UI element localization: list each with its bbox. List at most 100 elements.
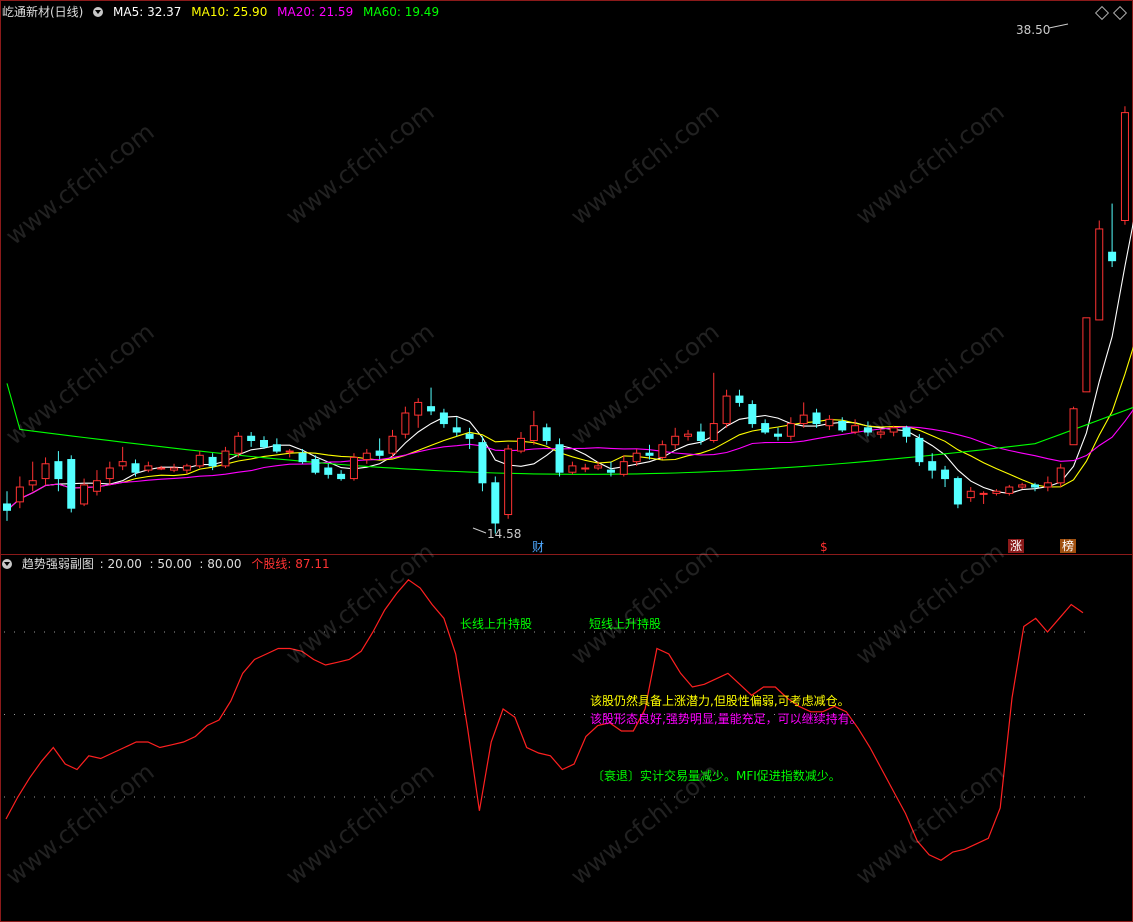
candle-body	[311, 459, 320, 473]
candle-body	[915, 437, 924, 463]
candle-body	[67, 459, 76, 509]
sub-levels: : 20.00 : 50.00 : 80.00	[99, 557, 242, 571]
candle-body	[1056, 467, 1065, 484]
candle-body	[684, 433, 693, 437]
candle-body	[491, 482, 500, 524]
candle-body	[1018, 484, 1027, 488]
candle-body	[3, 503, 11, 511]
candle-body	[966, 490, 975, 499]
candle-body	[478, 442, 487, 484]
candle-body	[825, 418, 834, 427]
candle-body	[568, 465, 577, 473]
candle-body	[41, 463, 50, 480]
candle-body	[439, 412, 448, 425]
candle-body	[414, 401, 423, 416]
candle-body	[632, 452, 641, 463]
candle-body	[645, 452, 654, 456]
candle-body	[92, 480, 101, 492]
high-pointer	[1048, 23, 1069, 29]
candle-body	[105, 467, 114, 480]
candle-body	[54, 461, 63, 480]
candle-body	[337, 473, 346, 480]
candle-body	[774, 433, 782, 437]
candle-body	[517, 437, 525, 452]
candle-body	[1095, 228, 1104, 321]
candle-body	[709, 423, 718, 442]
candle-body	[555, 444, 564, 473]
candle-body	[658, 444, 667, 458]
ma20-line	[6, 409, 1133, 511]
candle-body	[529, 425, 538, 442]
candle-body	[272, 444, 281, 452]
candle-body	[671, 435, 680, 446]
dollar-marker[interactable]: $	[818, 540, 830, 554]
cai-marker[interactable]: 财	[530, 540, 546, 554]
candle-body	[260, 440, 268, 448]
candle-body	[234, 435, 243, 454]
candle-body	[953, 478, 962, 505]
candle-body	[761, 423, 770, 433]
message-1: 该股仍然具备上涨潜力,但股性偏弱,可考虑减仓。	[590, 694, 850, 708]
sub-header: 趋势强弱副图 : 20.00 : 50.00 : 80.00 个股线: 87.1…	[2, 556, 336, 572]
stock-title: 屹通新材(日线)	[2, 5, 84, 19]
candle-body	[1031, 484, 1039, 488]
candle-body	[221, 450, 230, 467]
dropdown-icon[interactable]	[93, 7, 104, 17]
candle-body	[786, 423, 795, 437]
candle-body	[144, 465, 153, 471]
low-price-label: 14.58	[487, 527, 522, 541]
candle-body	[401, 412, 410, 435]
candle-body	[131, 463, 140, 473]
candle-body	[375, 450, 384, 456]
candle-body	[388, 435, 397, 454]
zhang-marker[interactable]: 涨	[1008, 539, 1025, 553]
sub-title: 趋势强弱副图	[21, 557, 94, 571]
candle-body	[619, 461, 628, 475]
candle-body	[606, 469, 615, 473]
message-2: 该股形态良好,强势明显,量能充足，可以继续持有。	[590, 712, 862, 726]
candle-body	[349, 456, 358, 480]
long-up-note: 长线上升持股	[460, 617, 533, 631]
candle-body	[941, 469, 950, 480]
candle-body	[285, 450, 294, 453]
candle-body	[1043, 482, 1052, 488]
candle-body	[992, 490, 1001, 494]
candle-body	[452, 427, 461, 433]
gegu-label: 个股线: 87.11	[251, 557, 330, 571]
candle-body	[696, 431, 705, 441]
low-pointer	[472, 527, 487, 534]
candle-body	[748, 404, 757, 425]
candle-body	[80, 484, 89, 505]
candle-body	[979, 492, 988, 495]
candle-body	[208, 456, 217, 467]
candle-body	[247, 435, 256, 441]
ma10-label: MA10: 25.90	[191, 5, 268, 19]
candle-body	[118, 461, 127, 467]
candle-body	[581, 467, 590, 470]
candle-body	[362, 452, 371, 461]
candle-body	[427, 406, 436, 412]
candle-body	[542, 427, 551, 441]
ma5-label: MA5: 32.37	[113, 5, 182, 19]
candle-body	[812, 412, 821, 425]
candle-body	[1082, 317, 1091, 393]
candle-body	[1005, 486, 1014, 494]
candle-body	[594, 465, 603, 469]
bang-marker[interactable]: 榜	[1060, 539, 1077, 553]
candle-body	[157, 467, 166, 470]
candle-body	[722, 395, 731, 425]
candle-body	[15, 486, 24, 503]
high-price-label: 38.50	[1016, 23, 1051, 37]
candle-body	[799, 414, 808, 425]
candle-body	[928, 461, 937, 471]
main-header: 屹通新材(日线) MA5: 32.37 MA10: 25.90 MA20: 21…	[2, 4, 445, 20]
candle-body	[324, 467, 333, 475]
candle-body	[298, 452, 307, 463]
dropdown-icon-sub[interactable]	[2, 559, 12, 569]
candle-body	[1069, 408, 1078, 446]
candle-body	[1108, 251, 1117, 262]
candle-body	[182, 465, 191, 471]
candle-body	[195, 454, 204, 467]
candle-body	[735, 395, 744, 403]
candle-body	[1120, 112, 1129, 221]
